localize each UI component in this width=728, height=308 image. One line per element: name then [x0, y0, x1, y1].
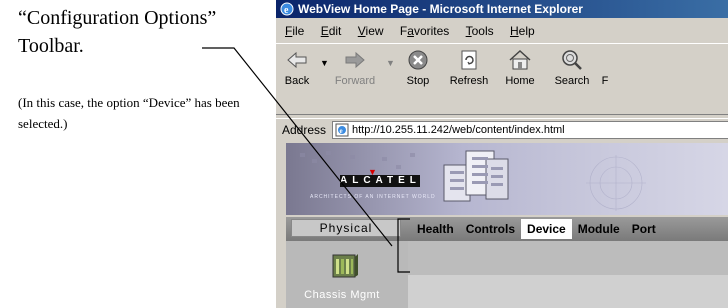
address-field[interactable]: e http://10.255.11.242/web/content/index…	[332, 121, 728, 139]
back-arrow-icon	[287, 51, 307, 69]
physical-button[interactable]: Physical	[291, 219, 401, 237]
menu-bar: File Edit View Favorites Tools Help	[276, 20, 728, 42]
chassis-mgmt-label[interactable]: Chassis Mgmt	[286, 289, 398, 301]
page-icon: e	[335, 123, 349, 137]
home-icon	[509, 49, 531, 70]
internet-explorer-icon: e	[280, 2, 294, 16]
menu-edit[interactable]: Edit	[321, 20, 342, 42]
address-url: http://10.255.11.242/web/content/index.h…	[352, 124, 565, 136]
annotation-note: (In this case, the option “Device” has b…	[18, 95, 240, 131]
stop-icon	[408, 50, 428, 70]
refresh-icon	[461, 50, 477, 70]
annotation-caption: “Configuration Options” Toolbar.	[18, 7, 217, 57]
search-icon	[562, 50, 582, 70]
forward-dropdown-icon[interactable]: ▼	[386, 58, 395, 68]
back-button[interactable]: Back	[280, 48, 314, 88]
forward-arrow-icon	[345, 51, 365, 69]
address-label: Address	[282, 123, 327, 137]
menu-file[interactable]: File	[285, 20, 304, 42]
svg-text:e: e	[340, 127, 343, 135]
sub-options-strip	[408, 241, 728, 275]
logo-tagline: ARCHITECTS OF AN INTERNET WORLD	[310, 194, 436, 200]
browser-window: e WebView Home Page - Microsoft Internet…	[276, 0, 728, 308]
chassis-icon[interactable]	[330, 251, 360, 281]
favorites-button[interactable]: F	[599, 48, 611, 88]
tab-device[interactable]: Device	[521, 219, 572, 239]
web-page: ▼ ALCATEL ARCHITECTS OF AN INTERNET WORL…	[286, 143, 728, 308]
alcatel-logo: ALCATEL	[340, 175, 421, 187]
tab-controls[interactable]: Controls	[460, 219, 521, 239]
standard-toolbar: Back ▼ Forward ▼ Stop Refresh Home Searc…	[276, 43, 728, 115]
alcatel-banner: ▼ ALCATEL ARCHITECTS OF AN INTERNET WORL…	[286, 143, 728, 215]
forward-button[interactable]: Forward	[330, 48, 380, 88]
menu-favorites[interactable]: Favorites	[400, 20, 449, 42]
tab-port[interactable]: Port	[626, 219, 662, 239]
main-area	[408, 241, 728, 308]
window-title: WebView Home Page - Microsoft Internet E…	[298, 2, 583, 16]
address-bar: Address e http://10.255.11.242/web/conte…	[276, 118, 728, 141]
refresh-button[interactable]: Refresh	[446, 48, 492, 88]
config-tabs: Health Controls Device Module Port	[411, 217, 662, 241]
configuration-options-toolbar: Physical Health Controls Device Module Port	[286, 217, 728, 241]
search-button[interactable]: Search	[548, 48, 596, 88]
menu-tools[interactable]: Tools	[466, 20, 494, 42]
tab-health[interactable]: Health	[411, 219, 460, 239]
back-dropdown-icon[interactable]: ▼	[320, 58, 329, 68]
left-panel: Chassis Mgmt	[286, 241, 408, 308]
title-bar: e WebView Home Page - Microsoft Internet…	[276, 0, 728, 18]
home-button[interactable]: Home	[500, 48, 540, 88]
stop-button[interactable]: Stop	[398, 48, 438, 88]
menu-help[interactable]: Help	[510, 20, 535, 42]
svg-text:e: e	[284, 5, 289, 16]
menu-view[interactable]: View	[358, 20, 384, 42]
tab-module[interactable]: Module	[572, 219, 626, 239]
